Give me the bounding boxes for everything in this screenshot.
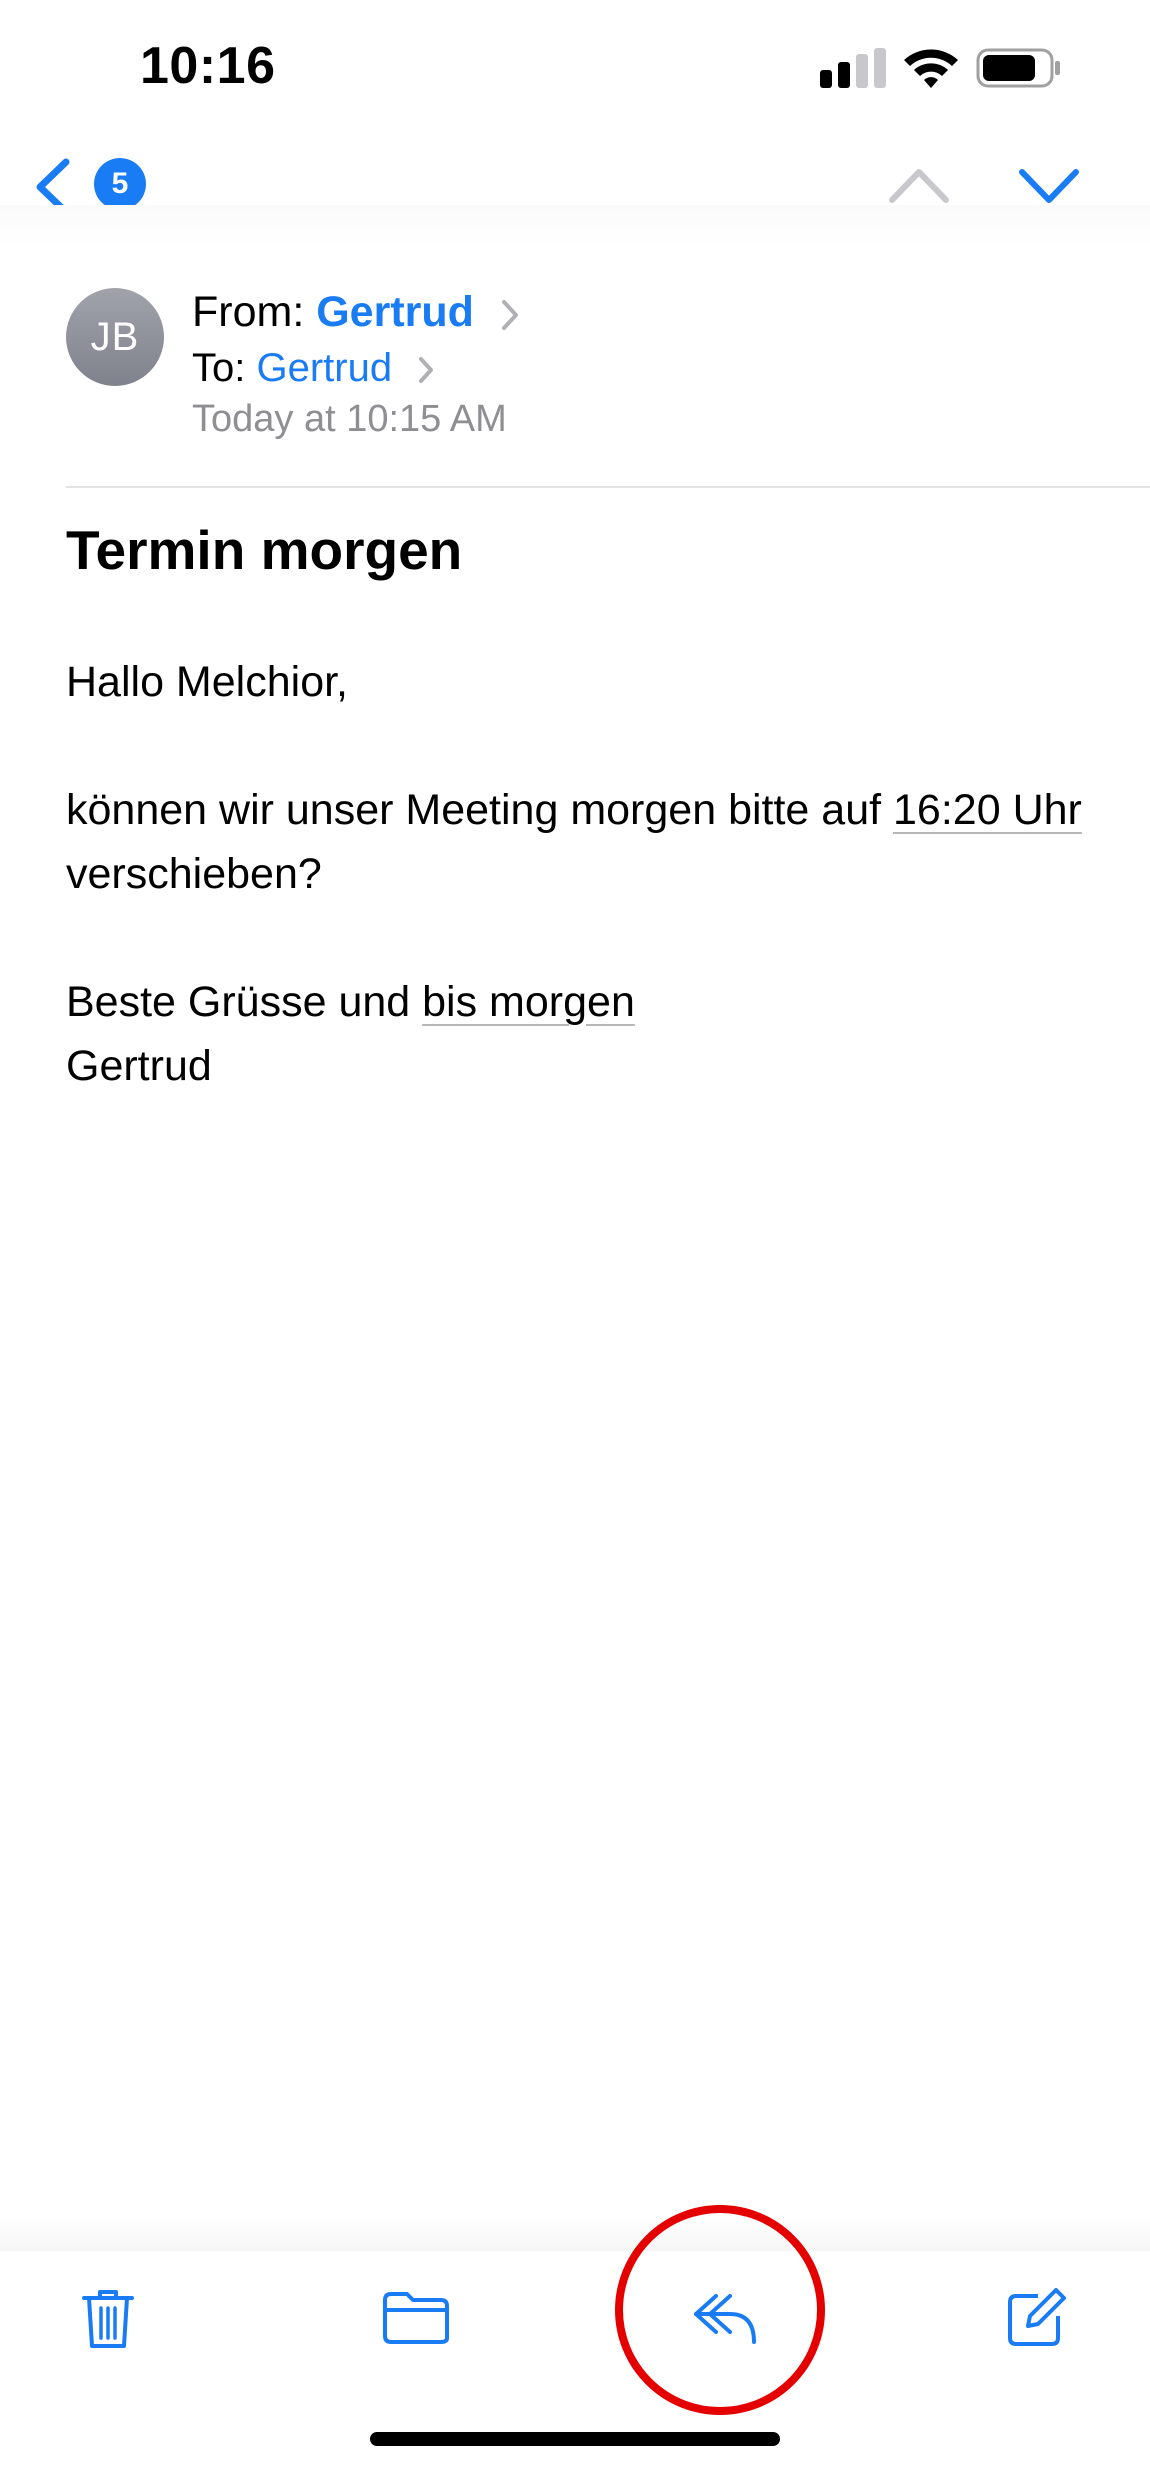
unread-count-badge[interactable]: 5: [94, 158, 146, 210]
move-to-folder-button[interactable]: [376, 2278, 456, 2358]
trash-icon: [82, 2290, 134, 2348]
nav-bar-divider: [0, 205, 1150, 245]
to-label: To:: [192, 346, 246, 390]
status-bar: 10:16: [0, 0, 1150, 130]
compose-button[interactable]: [996, 2278, 1076, 2358]
folder-icon: [383, 2292, 449, 2344]
chevron-right-icon: [419, 357, 434, 384]
from-line: From: Gertrud: [192, 288, 520, 337]
battery-icon: [976, 48, 1060, 88]
delete-button[interactable]: [68, 2278, 148, 2358]
time-link[interactable]: 16:20 Uhr: [893, 786, 1082, 834]
home-indicator: [370, 2432, 780, 2446]
message-date: Today at 10:15 AM: [192, 398, 507, 440]
closing-prefix: Beste Grüsse und: [66, 978, 423, 1026]
message-body: Hallo Melchior, können wir unser Meeting…: [66, 650, 1106, 1098]
header-divider: [66, 486, 1150, 488]
reply-highlight-circle: [615, 2205, 825, 2415]
to-line: To: Gertrud: [192, 346, 435, 391]
body-paragraph: können wir unser Meeting morgen bitte au…: [66, 778, 1106, 906]
signature: Gertrud: [66, 1042, 212, 1090]
sender-name-link[interactable]: Gertrud: [316, 288, 474, 336]
wifi-icon: [904, 49, 958, 88]
closing-paragraph: Beste Grüsse und bis morgen Gertrud: [66, 970, 1106, 1098]
cellular-signal-icon: [820, 48, 886, 88]
greeting: Hallo Melchior,: [66, 658, 348, 706]
body-text-prefix: können wir unser Meeting morgen bitte au…: [66, 786, 894, 834]
body-text-suffix: verschieben?: [66, 850, 322, 898]
message-subject: Termin morgen: [66, 519, 463, 581]
status-time: 10:16: [140, 37, 276, 95]
from-label: From:: [192, 288, 305, 336]
compose-icon: [1008, 2288, 1066, 2346]
chevron-right-icon: [501, 299, 518, 330]
avatar[interactable]: JB: [66, 288, 164, 386]
recipient-name-link[interactable]: Gertrud: [256, 346, 392, 390]
message-header: JB From: Gertrud To: Gertrud Today at 10…: [0, 280, 1150, 480]
date-link[interactable]: bis morgen: [422, 978, 635, 1026]
